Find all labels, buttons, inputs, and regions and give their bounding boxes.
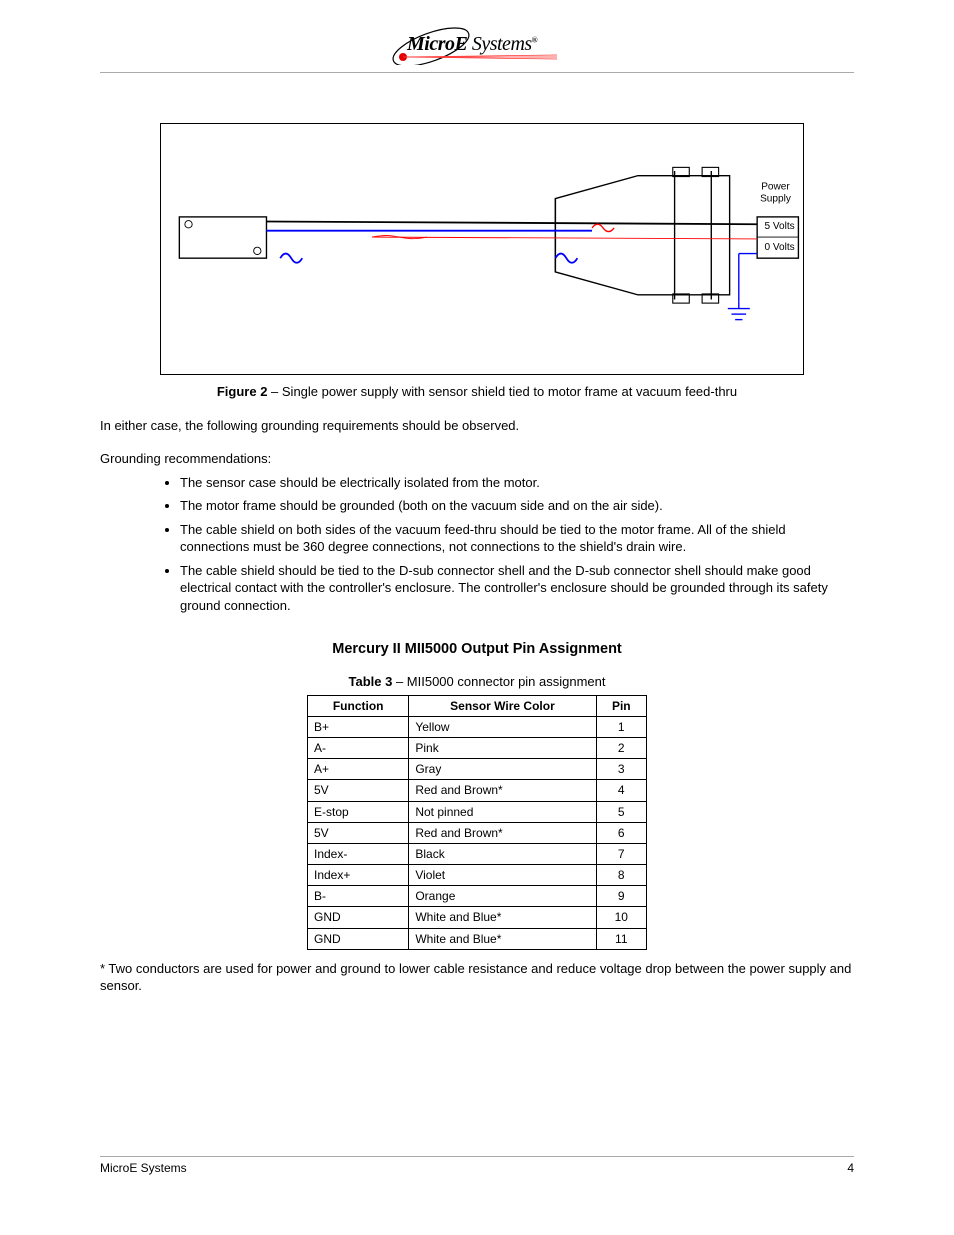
recommendations-list: The sensor case should be electrically i… [180, 474, 854, 615]
svg-text:0 Volts: 0 Volts [764, 242, 794, 253]
table-footnote: * Two conductors are used for power and … [100, 960, 854, 995]
svg-text:5 Volts: 5 Volts [764, 221, 794, 232]
page-header: MicroE Systems® [100, 25, 854, 73]
footer-brand: MicroE Systems [100, 1161, 187, 1175]
header-divider [100, 72, 854, 73]
figure-caption: Figure 2 – Single power supply with sens… [100, 383, 854, 401]
list-item: The cable shield should be tied to the D… [180, 562, 854, 615]
table-caption: Table 3 – MII5000 connector pin assignme… [100, 673, 854, 691]
pinout-table: Function Sensor Wire Color Pin B+Yellow1… [307, 695, 647, 950]
table-row: 5VRed and Brown*6 [308, 822, 647, 843]
page-number: 4 [847, 1161, 854, 1175]
table-header: Function [308, 695, 409, 716]
recommendations-label: Grounding recommendations: [100, 450, 854, 468]
brand-text: MicroE Systems® [407, 33, 537, 56]
table-row: Index+Violet8 [308, 865, 647, 886]
table-row: GNDWhite and Blue*11 [308, 928, 647, 949]
paragraph-intro: In either case, the following grounding … [100, 417, 854, 435]
svg-text:Power: Power [761, 181, 790, 192]
table-row: B‑Orange9 [308, 886, 647, 907]
svg-text:Supply: Supply [760, 193, 792, 204]
pinout-section-title: Mercury II MII5000 Output Pin Assignment [100, 640, 854, 660]
page-footer: MicroE Systems 4 [100, 1156, 854, 1175]
brand-logo: MicroE Systems® [387, 25, 567, 65]
table-row: GNDWhite and Blue*10 [308, 907, 647, 928]
table-row: Index‑Black7 [308, 843, 647, 864]
table-header: Sensor Wire Color [409, 695, 596, 716]
footer-divider [100, 1156, 854, 1157]
table-row: B+Yellow1 [308, 716, 647, 737]
list-item: The sensor case should be electrically i… [180, 474, 854, 492]
table-row: A‑Pink2 [308, 737, 647, 758]
wiring-diagram-figure: Power Supply 5 Volts 0 Volts [160, 123, 804, 375]
list-item: The cable shield on both sides of the va… [180, 521, 854, 556]
table-row: A+Gray3 [308, 759, 647, 780]
table-row: 5VRed and Brown*4 [308, 780, 647, 801]
table-header: Pin [596, 695, 646, 716]
table-row: E‑stopNot pinned5 [308, 801, 647, 822]
wiring-diagram-icon: Power Supply 5 Volts 0 Volts [161, 124, 803, 374]
list-item: The motor frame should be grounded (both… [180, 497, 854, 515]
